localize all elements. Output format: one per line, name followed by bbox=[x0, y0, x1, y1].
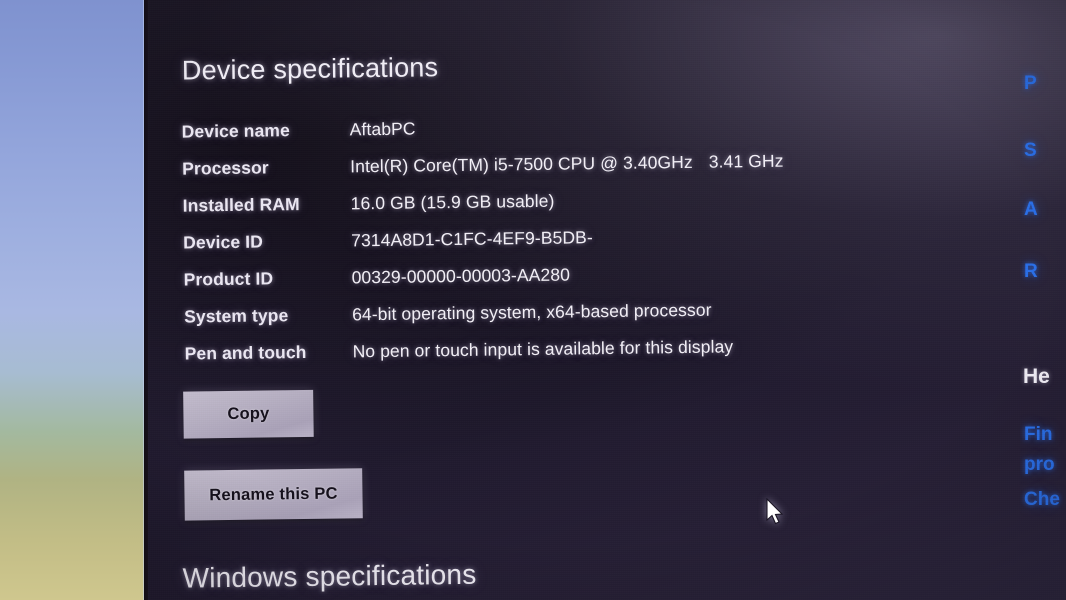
copy-button[interactable]: Copy bbox=[183, 389, 314, 439]
spec-value-text: No pen or touch input is available for t… bbox=[352, 336, 734, 362]
help-link-2[interactable]: Che bbox=[1024, 489, 1060, 511]
spec-value-text: AftabPC bbox=[349, 118, 416, 140]
spec-label: System type bbox=[184, 305, 289, 327]
spec-value-text: 00329-00000-00003-AA280 bbox=[351, 264, 571, 288]
right-sidebar-links: P S A R He Fin pro Che bbox=[1020, 0, 1066, 600]
spec-label: Processor bbox=[182, 157, 269, 179]
spec-label: Device ID bbox=[183, 231, 264, 253]
spec-value: No pen or touch input is available for t… bbox=[352, 336, 733, 362]
help-link-1[interactable]: Fin pro bbox=[1024, 420, 1055, 480]
spec-value: AftabPC bbox=[350, 119, 416, 141]
page-title: Device specifications bbox=[181, 52, 439, 86]
spec-value-text: 16.0 GB (15.9 GB usable) bbox=[350, 190, 555, 214]
spec-label: Device name bbox=[181, 120, 290, 142]
spec-value: 00329-00000-00003-AA280 bbox=[352, 265, 571, 289]
spec-value-extra: 3.41 GHz bbox=[708, 150, 784, 172]
spec-value-text: 64-bit operating system, x64-based proce… bbox=[352, 299, 712, 325]
settings-about-window: Device specifications Device name AftabPC… bbox=[148, 0, 1066, 600]
rail-link-2[interactable]: S bbox=[1024, 140, 1037, 162]
screenshot-root: Device specifications Device name AftabPC… bbox=[0, 0, 1066, 600]
windows-specifications-title: Windows specifications bbox=[182, 558, 477, 594]
desktop-wallpaper bbox=[0, 0, 148, 600]
spec-value: 7314A8D1-C1FC-4EF9-B5DB- bbox=[351, 227, 593, 251]
spec-value: Intel(R) Core(TM) i5-7500 CPU @ 3.40GHz 3… bbox=[350, 151, 784, 178]
rename-this-pc-button[interactable]: Rename this PC bbox=[184, 468, 363, 521]
spec-label: Pen and touch bbox=[184, 341, 307, 364]
help-heading: He bbox=[1023, 365, 1050, 388]
rail-link-1[interactable]: P bbox=[1024, 73, 1037, 95]
spec-value-text: 7314A8D1-C1FC-4EF9-B5DB- bbox=[351, 227, 593, 251]
window-content: Device specifications Device name AftabPC… bbox=[148, 0, 1066, 600]
spec-value: 64-bit operating system, x64-based proce… bbox=[352, 300, 712, 326]
rail-link-4[interactable]: R bbox=[1024, 261, 1038, 283]
spec-value-text: Intel(R) Core(TM) i5-7500 CPU @ 3.40GHz bbox=[350, 151, 693, 177]
spec-label: Product ID bbox=[183, 268, 274, 290]
device-specifications-list: Device name AftabPC Processor Intel(R) Core… bbox=[182, 112, 945, 381]
spec-value: 16.0 GB (15.9 GB usable) bbox=[351, 191, 555, 215]
rail-link-3[interactable]: A bbox=[1024, 199, 1038, 221]
spec-label: Installed RAM bbox=[182, 194, 300, 216]
